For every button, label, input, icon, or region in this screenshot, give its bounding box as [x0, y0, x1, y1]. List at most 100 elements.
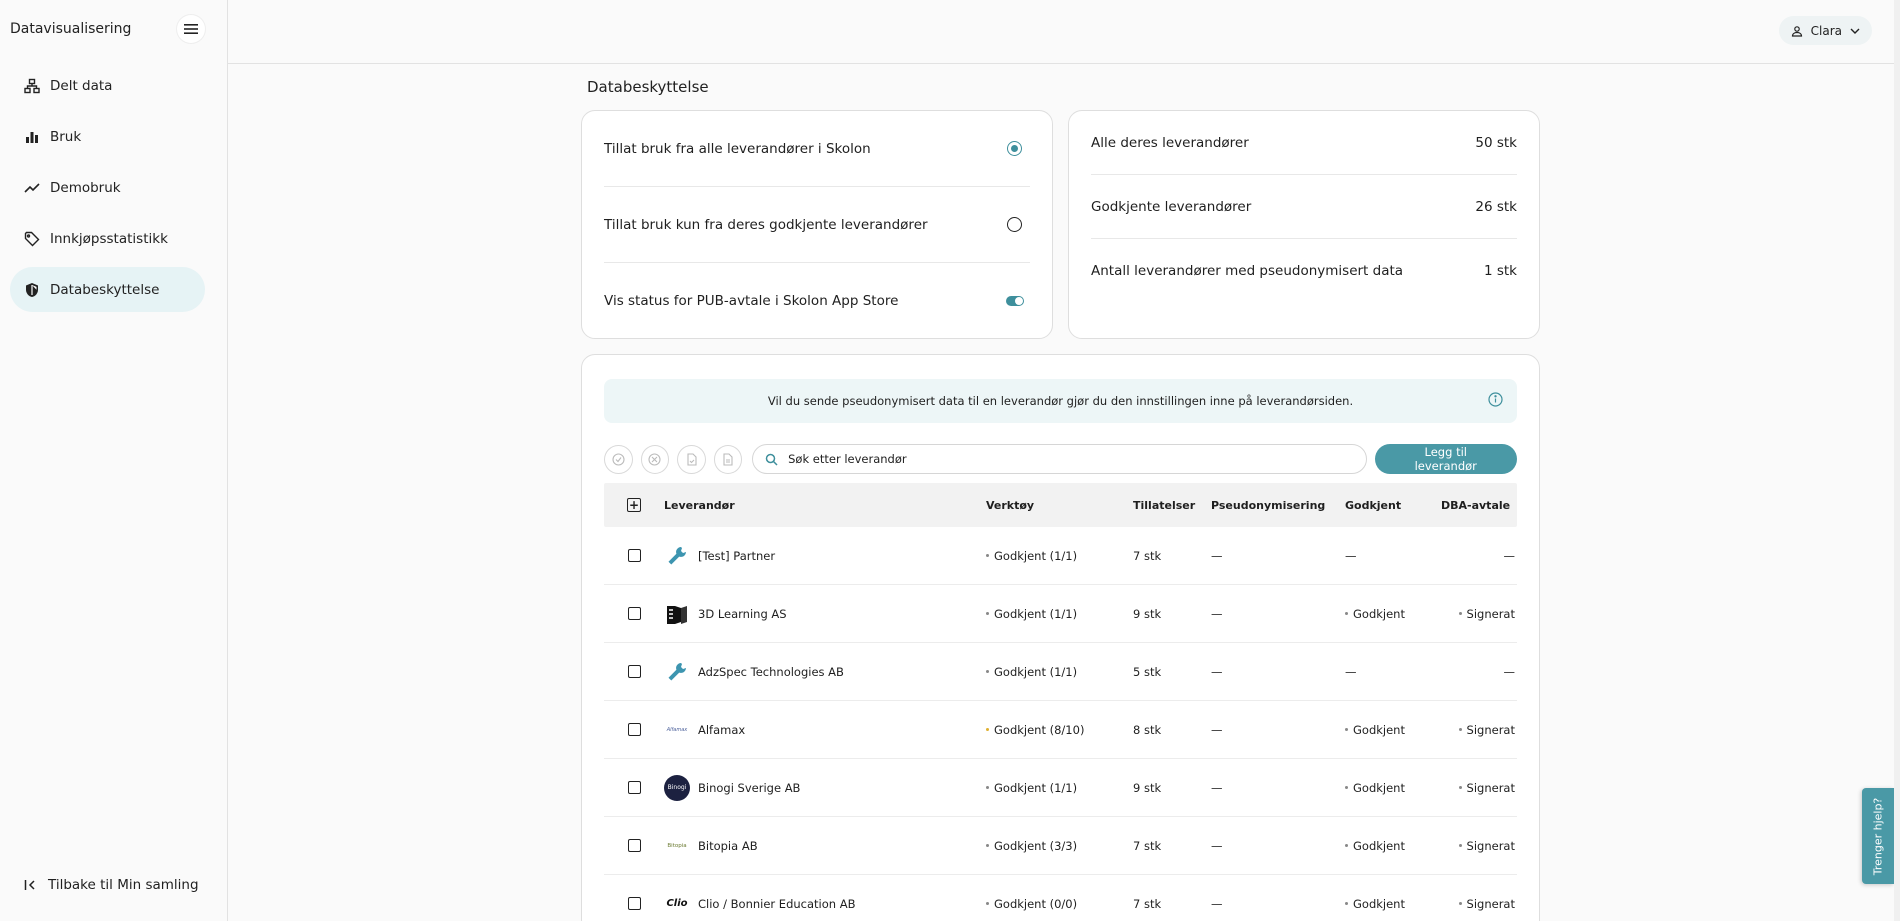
stat-label: Godkjente leverandører: [1091, 198, 1252, 215]
topbar: Clara: [228, 0, 1900, 64]
pseudonymisation-value: —: [1211, 722, 1223, 737]
help-tab[interactable]: Trenger hjelp?: [1862, 788, 1894, 884]
sidebar: Datavisualisering Delt data Bruk Demobru…: [0, 0, 228, 921]
row-checkbox[interactable]: [627, 665, 641, 678]
row-checkbox[interactable]: [627, 549, 641, 562]
col-header-approved[interactable]: Godkjent: [1345, 499, 1439, 512]
col-header-dba[interactable]: DBA-avtale: [1439, 499, 1515, 512]
back-to-collection-link[interactable]: Tilbake til Min samling: [24, 877, 199, 893]
vendor-name[interactable]: Bitopia AB: [698, 839, 758, 853]
show-pub-toggle[interactable]: [1006, 296, 1024, 306]
info-icon[interactable]: [1488, 392, 1503, 407]
network-icon: [24, 78, 40, 94]
show-pub-option[interactable]: Vis status for PUB-avtale i Skolon App S…: [604, 263, 1030, 339]
table-row[interactable]: Bitopia Bitopia AB Godkjent (3/3) 7 stk …: [604, 817, 1517, 875]
stats-card: Alle deres leverandører 50 stk Godkjente…: [1068, 110, 1540, 339]
tool-status: Godkjent (1/1): [994, 606, 1078, 621]
add-vendor-button[interactable]: Legg til leverandør: [1374, 444, 1517, 474]
table-row[interactable]: 3D Learning AS Godkjent (1/1) 9 stk — Go…: [604, 585, 1517, 643]
vendor-name[interactable]: AdzSpec Technologies AB: [698, 665, 844, 679]
sidebar-header: Datavisualisering: [0, 0, 227, 58]
vendor-table: + Leverandør Verktøy Tillatelser Pseudon…: [604, 483, 1517, 921]
pseudonymisation-value: —: [1211, 896, 1223, 911]
table-row[interactable]: [Test] Partner Godkjent (1/1) 7 stk — — …: [604, 527, 1517, 585]
bulk-action-1-icon[interactable]: [604, 444, 633, 474]
allow-approved-option[interactable]: Tillat bruk kun fra deres godkjente leve…: [604, 187, 1030, 263]
status-dot: [1458, 844, 1462, 847]
row-checkbox[interactable]: [627, 839, 641, 852]
approved-value: —: [1345, 664, 1357, 679]
user-menu-button[interactable]: Clara: [1778, 16, 1872, 45]
3d-learning-logo-icon: [664, 601, 690, 627]
approved-value: Godkjent: [1353, 838, 1405, 853]
tool-status: Godkjent (1/1): [994, 548, 1078, 563]
pseudonymisation-value: —: [1211, 838, 1223, 853]
bulk-action-2-icon[interactable]: [640, 444, 670, 474]
table-row[interactable]: Clio Clio / Bonnier Education AB Godkjen…: [604, 875, 1517, 921]
table-row[interactable]: AdzSpec Technologies AB Godkjent (1/1) 5…: [604, 643, 1517, 701]
pseudonymisation-value: —: [1211, 664, 1223, 679]
bulk-action-3-icon[interactable]: [677, 444, 706, 474]
back-label: Tilbake til Min samling: [48, 877, 199, 893]
allow-all-option[interactable]: Tillat bruk fra alle leverandører i Skol…: [604, 111, 1030, 187]
table-row[interactable]: Binogi Binogi Sverige AB Godkjent (1/1) …: [604, 759, 1517, 817]
expand-all-icon[interactable]: +: [627, 498, 641, 512]
sidebar-item-demobruk[interactable]: Demobruk: [10, 165, 205, 210]
clio-logo-icon: Clio: [666, 898, 688, 909]
vendor-name[interactable]: [Test] Partner: [698, 549, 775, 563]
stat-value: 50 stk: [1475, 134, 1517, 151]
vendor-name[interactable]: Clio / Bonnier Education AB: [698, 897, 855, 911]
row-checkbox[interactable]: [627, 723, 641, 736]
col-header-tool[interactable]: Verktøy: [986, 499, 1133, 512]
bulk-action-4-icon[interactable]: [713, 444, 743, 474]
col-header-vendor[interactable]: Leverandør: [664, 499, 986, 512]
chevron-down-icon: [1850, 28, 1860, 34]
approved-value: Godkjent: [1353, 896, 1405, 911]
tool-status: Godkjent (0/0): [994, 896, 1078, 911]
col-header-pseudonymisation[interactable]: Pseudonymisering: [1211, 499, 1345, 512]
row-checkbox[interactable]: [627, 607, 641, 620]
status-dot: [986, 670, 989, 673]
tool-status: Godkjent (1/1): [994, 664, 1078, 679]
sidebar-item-delt-data[interactable]: Delt data: [10, 63, 205, 108]
status-dot: [1345, 612, 1348, 615]
vendor-search[interactable]: [752, 444, 1367, 474]
menu-button[interactable]: [177, 15, 205, 43]
allow-all-radio[interactable]: [1007, 141, 1022, 156]
app-root: Datavisualisering Delt data Bruk Demobru…: [0, 0, 1900, 921]
pseudonymisation-value: —: [1211, 606, 1223, 621]
allow-approved-label: Tillat bruk kun fra deres godkjente leve…: [604, 216, 928, 233]
pseudonymisation-value: —: [1211, 548, 1223, 563]
row-checkbox[interactable]: [627, 781, 641, 794]
sidebar-item-label: Databeskyttelse: [50, 281, 160, 298]
search-icon: [765, 453, 778, 466]
dba-value: Signerat: [1466, 780, 1515, 795]
sidebar-item-innkjopsstatistikk[interactable]: Innkjøpsstatistikk: [10, 216, 205, 261]
sidebar-item-databeskyttelse[interactable]: Databeskyttelse: [10, 267, 205, 312]
hamburger-icon: [184, 24, 198, 34]
page-title: Databeskyttelse: [587, 78, 709, 96]
col-header-permissions[interactable]: Tillatelser: [1133, 499, 1211, 512]
bar-chart-icon: [24, 129, 40, 145]
table-row[interactable]: Alfamax Alfamax Godkjent (8/10) 8 stk — …: [604, 701, 1517, 759]
tag-icon: [24, 231, 40, 247]
dba-value: Signerat: [1466, 896, 1515, 911]
sidebar-item-label: Demobruk: [50, 179, 121, 196]
search-input[interactable]: [788, 452, 1349, 466]
row-checkbox[interactable]: [627, 897, 641, 910]
scrollbar[interactable]: [1894, 0, 1900, 921]
permissions-count: 8 stk: [1133, 722, 1162, 737]
stat-row: Antall leverandører med pseudonymisert d…: [1091, 239, 1517, 303]
dba-value: —: [1503, 664, 1516, 679]
app-title: Datavisualisering: [10, 21, 132, 37]
sidebar-item-label: Innkjøpsstatistikk: [50, 230, 168, 247]
allow-approved-radio[interactable]: [1007, 217, 1022, 232]
status-dot: [1345, 728, 1348, 731]
vendor-name[interactable]: Binogi Sverige AB: [698, 781, 800, 795]
vendor-name[interactable]: Alfamax: [698, 723, 745, 737]
sidebar-item-bruk[interactable]: Bruk: [10, 114, 205, 159]
vendor-name[interactable]: 3D Learning AS: [698, 607, 787, 621]
status-dot: [986, 728, 989, 731]
table-header: + Leverandør Verktøy Tillatelser Pseudon…: [604, 483, 1517, 527]
stat-row: Godkjente leverandører 26 stk: [1091, 175, 1517, 239]
